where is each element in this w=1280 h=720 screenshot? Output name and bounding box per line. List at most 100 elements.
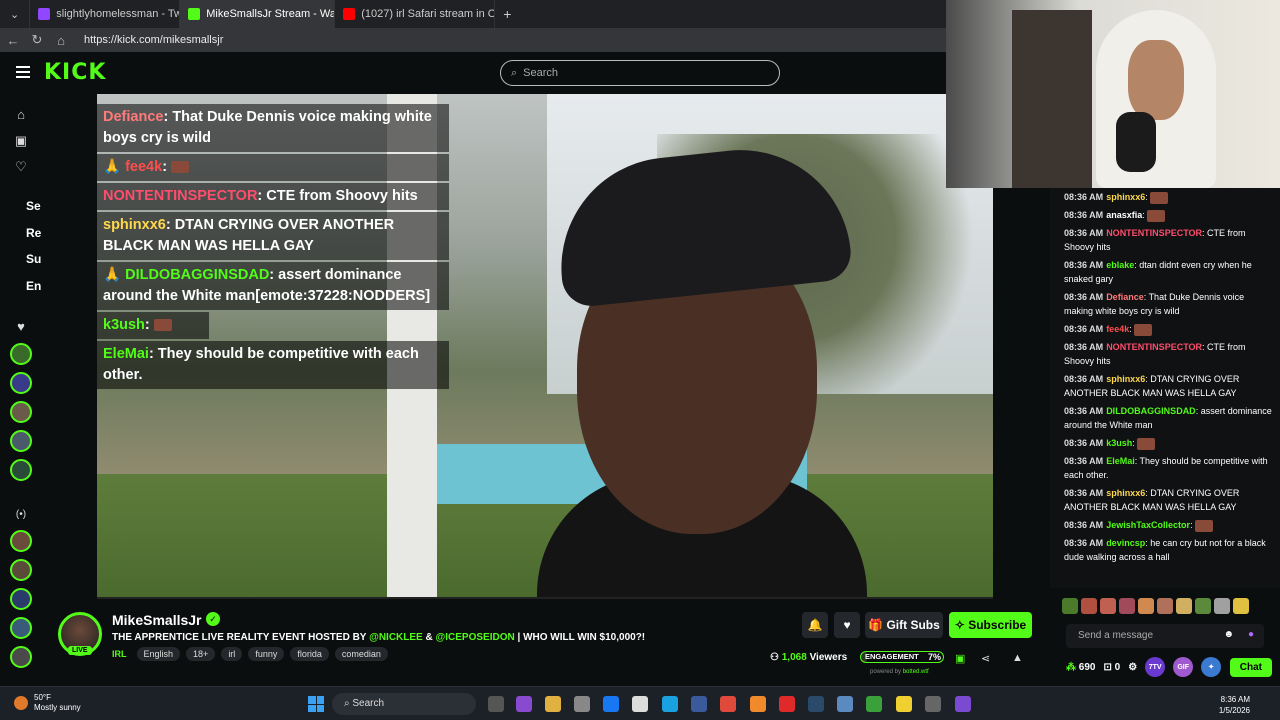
tab-kick[interactable]: MikeSmallsJr Stream - Watch ✕ bbox=[180, 0, 336, 28]
clip-icon[interactable]: ▣ bbox=[955, 652, 965, 665]
emote-picker-icon[interactable]: ● bbox=[1248, 629, 1254, 640]
facebook-icon[interactable] bbox=[603, 696, 619, 712]
channel-avatar[interactable] bbox=[10, 459, 32, 481]
category-link[interactable]: IRL bbox=[112, 649, 127, 659]
chat-input[interactable]: Send a message ☻ ● bbox=[1066, 624, 1264, 648]
chat-username[interactable]: NONTENTINSPECTOR bbox=[1106, 228, 1202, 238]
emote-icon[interactable] bbox=[1233, 598, 1249, 614]
emoji-icon[interactable]: ☻ bbox=[1223, 629, 1234, 640]
chat-username[interactable]: k3ush bbox=[1106, 438, 1132, 448]
weather-widget[interactable]: 50°F Mostly sunny bbox=[14, 693, 81, 713]
chat-username[interactable]: sphinxx6 bbox=[1106, 192, 1145, 202]
channel-avatar[interactable] bbox=[10, 530, 32, 552]
chat-username[interactable]: JewishTaxCollector bbox=[1106, 520, 1190, 530]
tab-menu[interactable]: ⌄ bbox=[0, 0, 31, 28]
chat-username[interactable]: devincsp bbox=[1106, 538, 1145, 548]
video-player[interactable]: Defiance: That Duke Dennis voice making … bbox=[97, 94, 993, 598]
tag[interactable]: 18+ bbox=[186, 647, 216, 661]
channel-avatar[interactable] bbox=[10, 588, 32, 610]
store-icon[interactable] bbox=[574, 696, 590, 712]
emote-icon[interactable] bbox=[1195, 598, 1211, 614]
7tv-icon[interactable]: 7TV bbox=[1145, 657, 1166, 677]
heart-icon[interactable]: ♥ bbox=[14, 320, 28, 334]
report-icon[interactable]: ▲ bbox=[1012, 652, 1023, 664]
follow-heart-icon[interactable]: ♥ bbox=[834, 612, 860, 638]
subscribe-button[interactable]: ✧ Subscribe bbox=[949, 612, 1032, 638]
windows-start-icon[interactable] bbox=[308, 696, 324, 712]
home-icon[interactable]: ⌂ bbox=[54, 33, 68, 48]
taskbar-clock[interactable]: 8:36 AM 1/5/2026 bbox=[1200, 694, 1250, 716]
app-icon[interactable] bbox=[955, 696, 971, 712]
emote-icon[interactable] bbox=[1214, 598, 1230, 614]
extension-icon[interactable]: ✦ bbox=[1201, 657, 1222, 677]
share-icon[interactable]: ⋖ bbox=[981, 652, 990, 665]
channel-avatar[interactable] bbox=[10, 430, 32, 452]
task-view-icon[interactable] bbox=[488, 696, 504, 712]
edge-icon[interactable] bbox=[662, 696, 678, 712]
taskbar-search[interactable]: ⌕ Search bbox=[332, 693, 476, 715]
expand-icon[interactable]: (•) bbox=[14, 508, 28, 522]
tag[interactable]: funny bbox=[248, 647, 285, 661]
chat-send-button[interactable]: Chat bbox=[1229, 657, 1272, 677]
file-explorer-icon[interactable] bbox=[545, 696, 561, 712]
kick-logo[interactable]: KICK bbox=[44, 60, 106, 85]
amazon-icon[interactable] bbox=[632, 696, 648, 712]
home-icon[interactable]: ⌂ bbox=[14, 108, 28, 122]
copilot-icon[interactable] bbox=[516, 696, 532, 712]
chat-username[interactable]: sphinxx6 bbox=[1106, 488, 1145, 498]
notes-icon[interactable] bbox=[896, 696, 912, 712]
search-input[interactable]: ⌕ Search bbox=[500, 60, 780, 86]
emote-icon[interactable] bbox=[1062, 598, 1078, 614]
app-icon[interactable] bbox=[837, 696, 853, 712]
channel-avatar[interactable] bbox=[10, 401, 32, 423]
tag[interactable]: florida bbox=[290, 647, 329, 661]
vlc-icon[interactable] bbox=[750, 696, 766, 712]
channel-avatar[interactable] bbox=[10, 343, 32, 365]
obs-icon[interactable] bbox=[925, 696, 941, 712]
channel-avatar[interactable] bbox=[10, 617, 32, 639]
gif-icon[interactable]: GIF bbox=[1173, 657, 1194, 677]
tab-youtube[interactable]: (1027) irl Safari stream in Okl ✕ bbox=[335, 0, 496, 28]
chat-username[interactable]: EleMai bbox=[1106, 456, 1135, 466]
menu-icon[interactable] bbox=[16, 66, 30, 78]
chat-username[interactable]: NONTENTINSPECTOR bbox=[1106, 342, 1202, 352]
tag[interactable]: irl bbox=[221, 647, 243, 661]
new-tab-button[interactable]: + bbox=[495, 0, 519, 28]
emote-icon[interactable] bbox=[1119, 598, 1135, 614]
chrome-icon[interactable] bbox=[720, 696, 736, 712]
tab-twitch[interactable]: slightlyhomelessman - Twitch ✕ bbox=[30, 0, 181, 28]
emote-icon[interactable] bbox=[1157, 598, 1173, 614]
steam-icon[interactable] bbox=[808, 696, 824, 712]
emote-icon[interactable] bbox=[1138, 598, 1154, 614]
chat-username[interactable]: fee4k bbox=[1106, 324, 1129, 334]
channel-avatar[interactable] bbox=[10, 372, 32, 394]
chat-username[interactable]: anasxfia bbox=[1106, 210, 1142, 220]
notification-bell-icon[interactable]: 🔔 bbox=[802, 612, 828, 638]
back-icon[interactable]: ← bbox=[6, 33, 20, 48]
reload-icon[interactable]: ↻ bbox=[30, 32, 44, 48]
youtube-icon[interactable] bbox=[779, 696, 795, 712]
mention-link[interactable]: @ICEPOSEIDON bbox=[436, 632, 515, 643]
settings-icon[interactable]: ⚙ bbox=[1128, 662, 1137, 673]
points-display[interactable]: ⁂ 690 bbox=[1066, 662, 1095, 673]
chat-username[interactable]: DILDOBAGGINSDAD bbox=[1106, 406, 1196, 416]
browse-icon[interactable]: ▣ bbox=[14, 134, 28, 148]
chat-username[interactable]: eblake bbox=[1106, 260, 1134, 270]
chat-username[interactable]: Defiance bbox=[1106, 292, 1144, 302]
gift-subs-button[interactable]: 🎁 Gift Subs bbox=[865, 612, 943, 638]
calculator-icon[interactable] bbox=[691, 696, 707, 712]
emote-icon[interactable] bbox=[1100, 598, 1116, 614]
url-field[interactable]: https://kick.com/mikesmallsjr bbox=[84, 34, 223, 46]
xbox-icon[interactable] bbox=[866, 696, 882, 712]
emote-icon[interactable] bbox=[1081, 598, 1097, 614]
streamer-name[interactable]: MikeSmallsJr bbox=[112, 612, 202, 628]
channel-avatar[interactable] bbox=[10, 559, 32, 581]
emote-icon[interactable] bbox=[1176, 598, 1192, 614]
chat-username[interactable]: sphinxx6 bbox=[1106, 374, 1145, 384]
tag[interactable]: comedian bbox=[334, 647, 388, 661]
tag[interactable]: English bbox=[136, 647, 181, 661]
channel-avatar[interactable] bbox=[10, 646, 32, 668]
following-icon[interactable]: ♡ bbox=[14, 160, 28, 174]
count-display[interactable]: ⊡ 0 bbox=[1103, 662, 1120, 673]
mention-link[interactable]: @NICKLEE bbox=[369, 632, 423, 643]
